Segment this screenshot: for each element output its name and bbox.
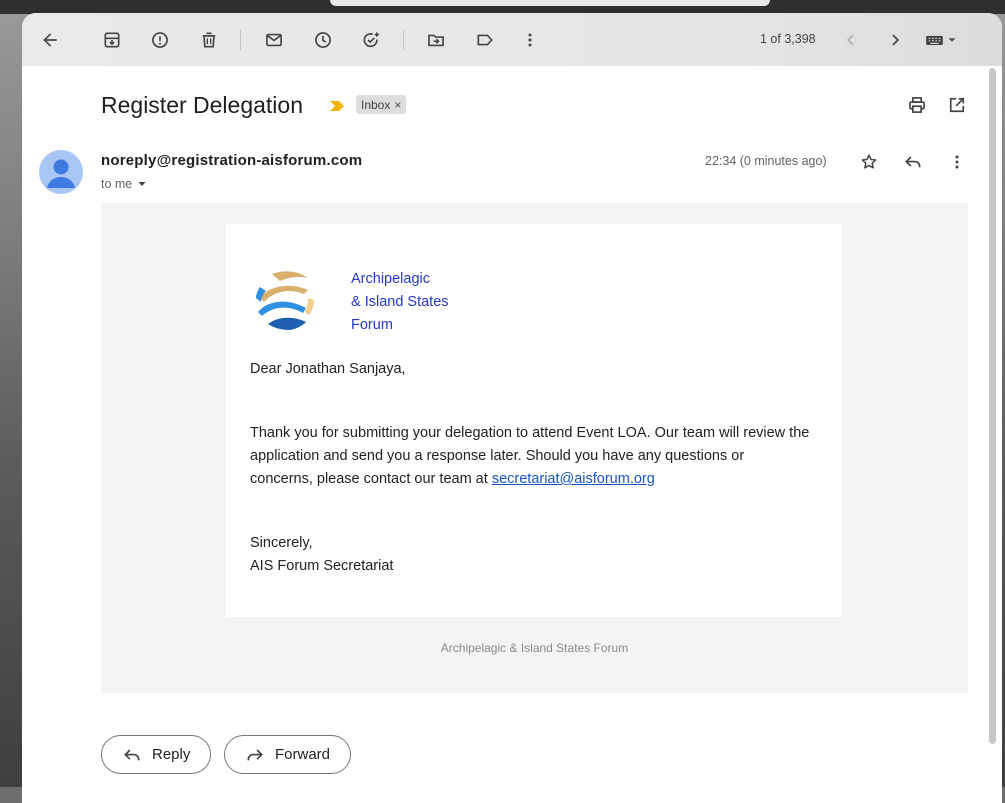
open-new-window-button[interactable]: [945, 93, 969, 117]
toolbar-divider: [240, 30, 241, 50]
inbox-label-chip: Inbox ×: [356, 95, 407, 114]
reply-label: Reply: [152, 746, 191, 763]
reply-icon: [905, 156, 921, 168]
message-body: Archipelagic & Island States Forum Dear …: [101, 203, 968, 693]
report-spam-button[interactable]: [146, 26, 174, 54]
alert-circle-icon: [152, 32, 168, 48]
importance-icon: [330, 101, 344, 111]
print-button[interactable]: [905, 93, 929, 117]
organization-name: Archipelagic & Island States Forum: [351, 268, 449, 337]
ais-forum-logo: [252, 266, 320, 334]
snooze-button[interactable]: [309, 26, 337, 54]
label-text: Inbox: [361, 97, 391, 112]
forward-button[interactable]: Forward: [224, 735, 352, 774]
printer-icon: [909, 97, 925, 113]
folder-move-icon: [428, 34, 444, 47]
clock-icon: [315, 32, 331, 48]
org-name-line-3: Forum: [351, 317, 393, 333]
signoff-line-1: Sincerely,: [250, 535, 313, 551]
remove-label-button[interactable]: ×: [394, 98, 401, 112]
importance-marker[interactable]: [329, 99, 345, 117]
org-name-line-2: & Island States: [351, 294, 449, 310]
external-link-icon: [949, 97, 965, 113]
mail-toolbar: 1 of 3,398: [22, 13, 1002, 66]
label-icon: [477, 34, 493, 46]
input-tools-button[interactable]: [920, 26, 964, 54]
archive-button[interactable]: [98, 26, 126, 54]
toolbar-divider: [403, 30, 404, 50]
chevron-left-icon: [846, 34, 854, 46]
add-task-button[interactable]: [357, 26, 385, 54]
more-vertical-icon: [528, 33, 532, 47]
back-button[interactable]: [36, 26, 64, 54]
mail-window: 1 of 3,398 Register Delegation Inbox × n…: [22, 13, 1002, 803]
envelope-icon: [266, 33, 282, 47]
scrollbar-thumb[interactable]: [989, 68, 996, 744]
mark-unread-button[interactable]: [260, 26, 288, 54]
forward-icon: [247, 748, 263, 760]
message-paragraph: Thank you for submitting your delegation…: [250, 422, 810, 491]
message-more-button[interactable]: [945, 150, 969, 174]
reply-icon: [124, 748, 140, 760]
star-button[interactable]: [857, 150, 881, 174]
greeting: Dear Jonathan Sanjaya,: [250, 361, 406, 377]
older-button[interactable]: [881, 26, 909, 54]
sender-avatar[interactable]: [39, 150, 83, 194]
address-bar-edge: [330, 0, 770, 6]
more-actions-button[interactable]: [516, 26, 544, 54]
email-subject: Register Delegation: [101, 92, 304, 118]
message-view: Register Delegation Inbox × noreply@regi…: [22, 66, 1002, 803]
delete-button[interactable]: [195, 26, 223, 54]
recipient-details[interactable]: to me: [101, 177, 148, 191]
contact-email-link[interactable]: secretariat@aisforum.org: [492, 471, 655, 487]
move-to-button[interactable]: [422, 26, 450, 54]
label-button[interactable]: [471, 26, 499, 54]
pager-count: 1 of 3,398: [760, 32, 816, 46]
trash-icon: [202, 32, 216, 48]
org-name-line-1: Archipelagic: [351, 271, 430, 287]
signoff: Sincerely, AIS Forum Secretariat: [250, 532, 393, 578]
sender-address[interactable]: noreply@registration-aisforum.com: [101, 152, 362, 169]
received-time: 22:34 (0 minutes ago): [705, 154, 827, 168]
newer-button[interactable]: [837, 26, 865, 54]
message-card: Archipelagic & Island States Forum Dear …: [226, 224, 842, 617]
arrow-left-icon: [43, 33, 57, 47]
person-icon: [47, 159, 75, 188]
email-footer: Archipelagic & Island States Forum: [440, 641, 629, 655]
chevron-right-icon: [892, 34, 900, 46]
forward-label: Forward: [275, 746, 331, 763]
archive-icon: [104, 32, 120, 48]
keyboard-icon: [926, 35, 956, 45]
reply-icon-button[interactable]: [901, 150, 925, 174]
more-vertical-icon: [955, 155, 959, 169]
caret-down-icon: [138, 182, 146, 186]
signoff-line-2: AIS Forum Secretariat: [250, 558, 394, 574]
add-task-icon: [363, 32, 379, 48]
recipient-text: to me: [101, 177, 133, 191]
star-icon: [861, 154, 877, 169]
reply-button[interactable]: Reply: [101, 735, 212, 774]
